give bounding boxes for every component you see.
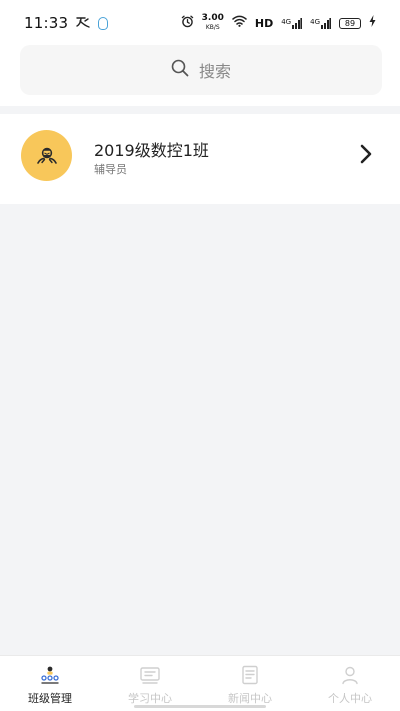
network-speed-value: 3.00 bbox=[201, 13, 224, 23]
tab-news-center[interactable]: 新闻中心 bbox=[200, 656, 300, 711]
chevron-right-icon bbox=[360, 144, 372, 168]
network-speed-unit: KB/S bbox=[205, 24, 220, 31]
signal-1-type: 4G bbox=[281, 17, 292, 26]
app-notification-icon bbox=[76, 16, 90, 31]
tab-profile[interactable]: 个人中心 bbox=[300, 656, 400, 711]
profile-icon bbox=[339, 664, 361, 686]
status-left: 11:33 bbox=[24, 14, 109, 32]
class-name: 2019级数控1班 bbox=[94, 141, 209, 160]
alarm-icon bbox=[181, 15, 194, 32]
network-speed: 3.00 KB/S bbox=[202, 14, 224, 32]
charging-icon bbox=[369, 15, 376, 31]
qq-notification-icon bbox=[98, 16, 109, 30]
search-icon bbox=[171, 59, 189, 81]
home-indicator[interactable] bbox=[134, 705, 266, 708]
hd-indicator: HD bbox=[254, 16, 274, 30]
search-section: 搜索 bbox=[0, 45, 400, 106]
tab-class-management[interactable]: 班级管理 bbox=[0, 656, 100, 711]
tab-study-center-label: 学习中心 bbox=[128, 692, 172, 705]
class-list-item[interactable]: 2019级数控1班 辅导员 bbox=[0, 114, 400, 204]
study-center-icon bbox=[139, 664, 161, 686]
wifi-icon bbox=[232, 15, 247, 31]
status-time: 11:33 bbox=[24, 14, 69, 32]
signal-2-type: 4G bbox=[310, 17, 320, 26]
signal-icon-2: 4G bbox=[310, 17, 331, 29]
class-role: 辅导员 bbox=[94, 163, 127, 176]
tab-profile-label: 个人中心 bbox=[328, 692, 372, 705]
search-bar[interactable]: 搜索 bbox=[20, 45, 382, 95]
bottom-tab-bar: 班级管理 学习中心 新闻中心 个人中心 bbox=[0, 655, 400, 711]
status-right: 3.00 KB/S HD 4G 4G 89 bbox=[181, 14, 376, 32]
search-label: 搜索 bbox=[198, 62, 231, 81]
signal-icon-1: 4G bbox=[281, 17, 303, 29]
status-bar: 11:33 3.00 KB/S HD 4G 4G 89 bbox=[0, 0, 400, 46]
battery-level: 89 bbox=[339, 17, 361, 29]
tab-study-center[interactable]: 学习中心 bbox=[100, 656, 200, 711]
tab-class-management-label: 班级管理 bbox=[28, 692, 72, 705]
tab-news-center-label: 新闻中心 bbox=[228, 692, 272, 705]
class-list: 2019级数控1班 辅导员 bbox=[0, 114, 400, 204]
class-management-icon bbox=[39, 664, 61, 686]
class-avatar-icon bbox=[21, 130, 72, 181]
news-center-icon bbox=[239, 664, 261, 686]
